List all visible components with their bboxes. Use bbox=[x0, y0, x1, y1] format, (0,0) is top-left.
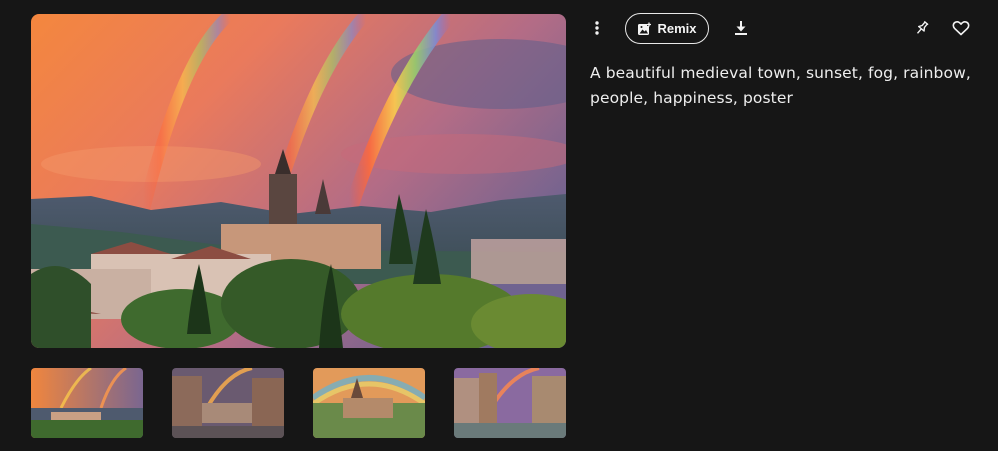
thumbnail-1[interactable] bbox=[31, 368, 143, 438]
more-vertical-icon bbox=[595, 21, 599, 35]
thumbnail-4[interactable] bbox=[454, 368, 566, 438]
thumbnail-3-image bbox=[313, 368, 425, 438]
download-button[interactable] bbox=[727, 14, 755, 42]
remix-button[interactable]: Remix bbox=[625, 13, 709, 44]
remix-label: Remix bbox=[657, 21, 697, 36]
thumbnail-1-image bbox=[31, 368, 143, 438]
medieval-town-rainbow-image bbox=[31, 14, 566, 348]
thumbnail-3[interactable] bbox=[313, 368, 425, 438]
main-generated-image[interactable] bbox=[31, 14, 566, 348]
pin-button[interactable] bbox=[908, 14, 936, 42]
pin-icon bbox=[916, 20, 929, 34]
like-button[interactable] bbox=[947, 14, 975, 42]
thumbnail-2-image bbox=[172, 368, 284, 438]
image-toolbar: Remix bbox=[585, 12, 985, 44]
image-add-icon bbox=[638, 21, 652, 35]
more-options-button[interactable] bbox=[583, 14, 611, 42]
prompt-text: A beautiful medieval town, sunset, fog, … bbox=[590, 64, 971, 107]
heart-icon bbox=[952, 21, 970, 36]
thumbnail-4-image bbox=[454, 368, 566, 438]
thumbnail-2[interactable] bbox=[172, 368, 284, 438]
download-icon bbox=[735, 21, 747, 35]
image-detail-view: Remix A beautiful medieval town, sunset,… bbox=[0, 0, 998, 451]
thumbnail-strip bbox=[31, 368, 566, 438]
